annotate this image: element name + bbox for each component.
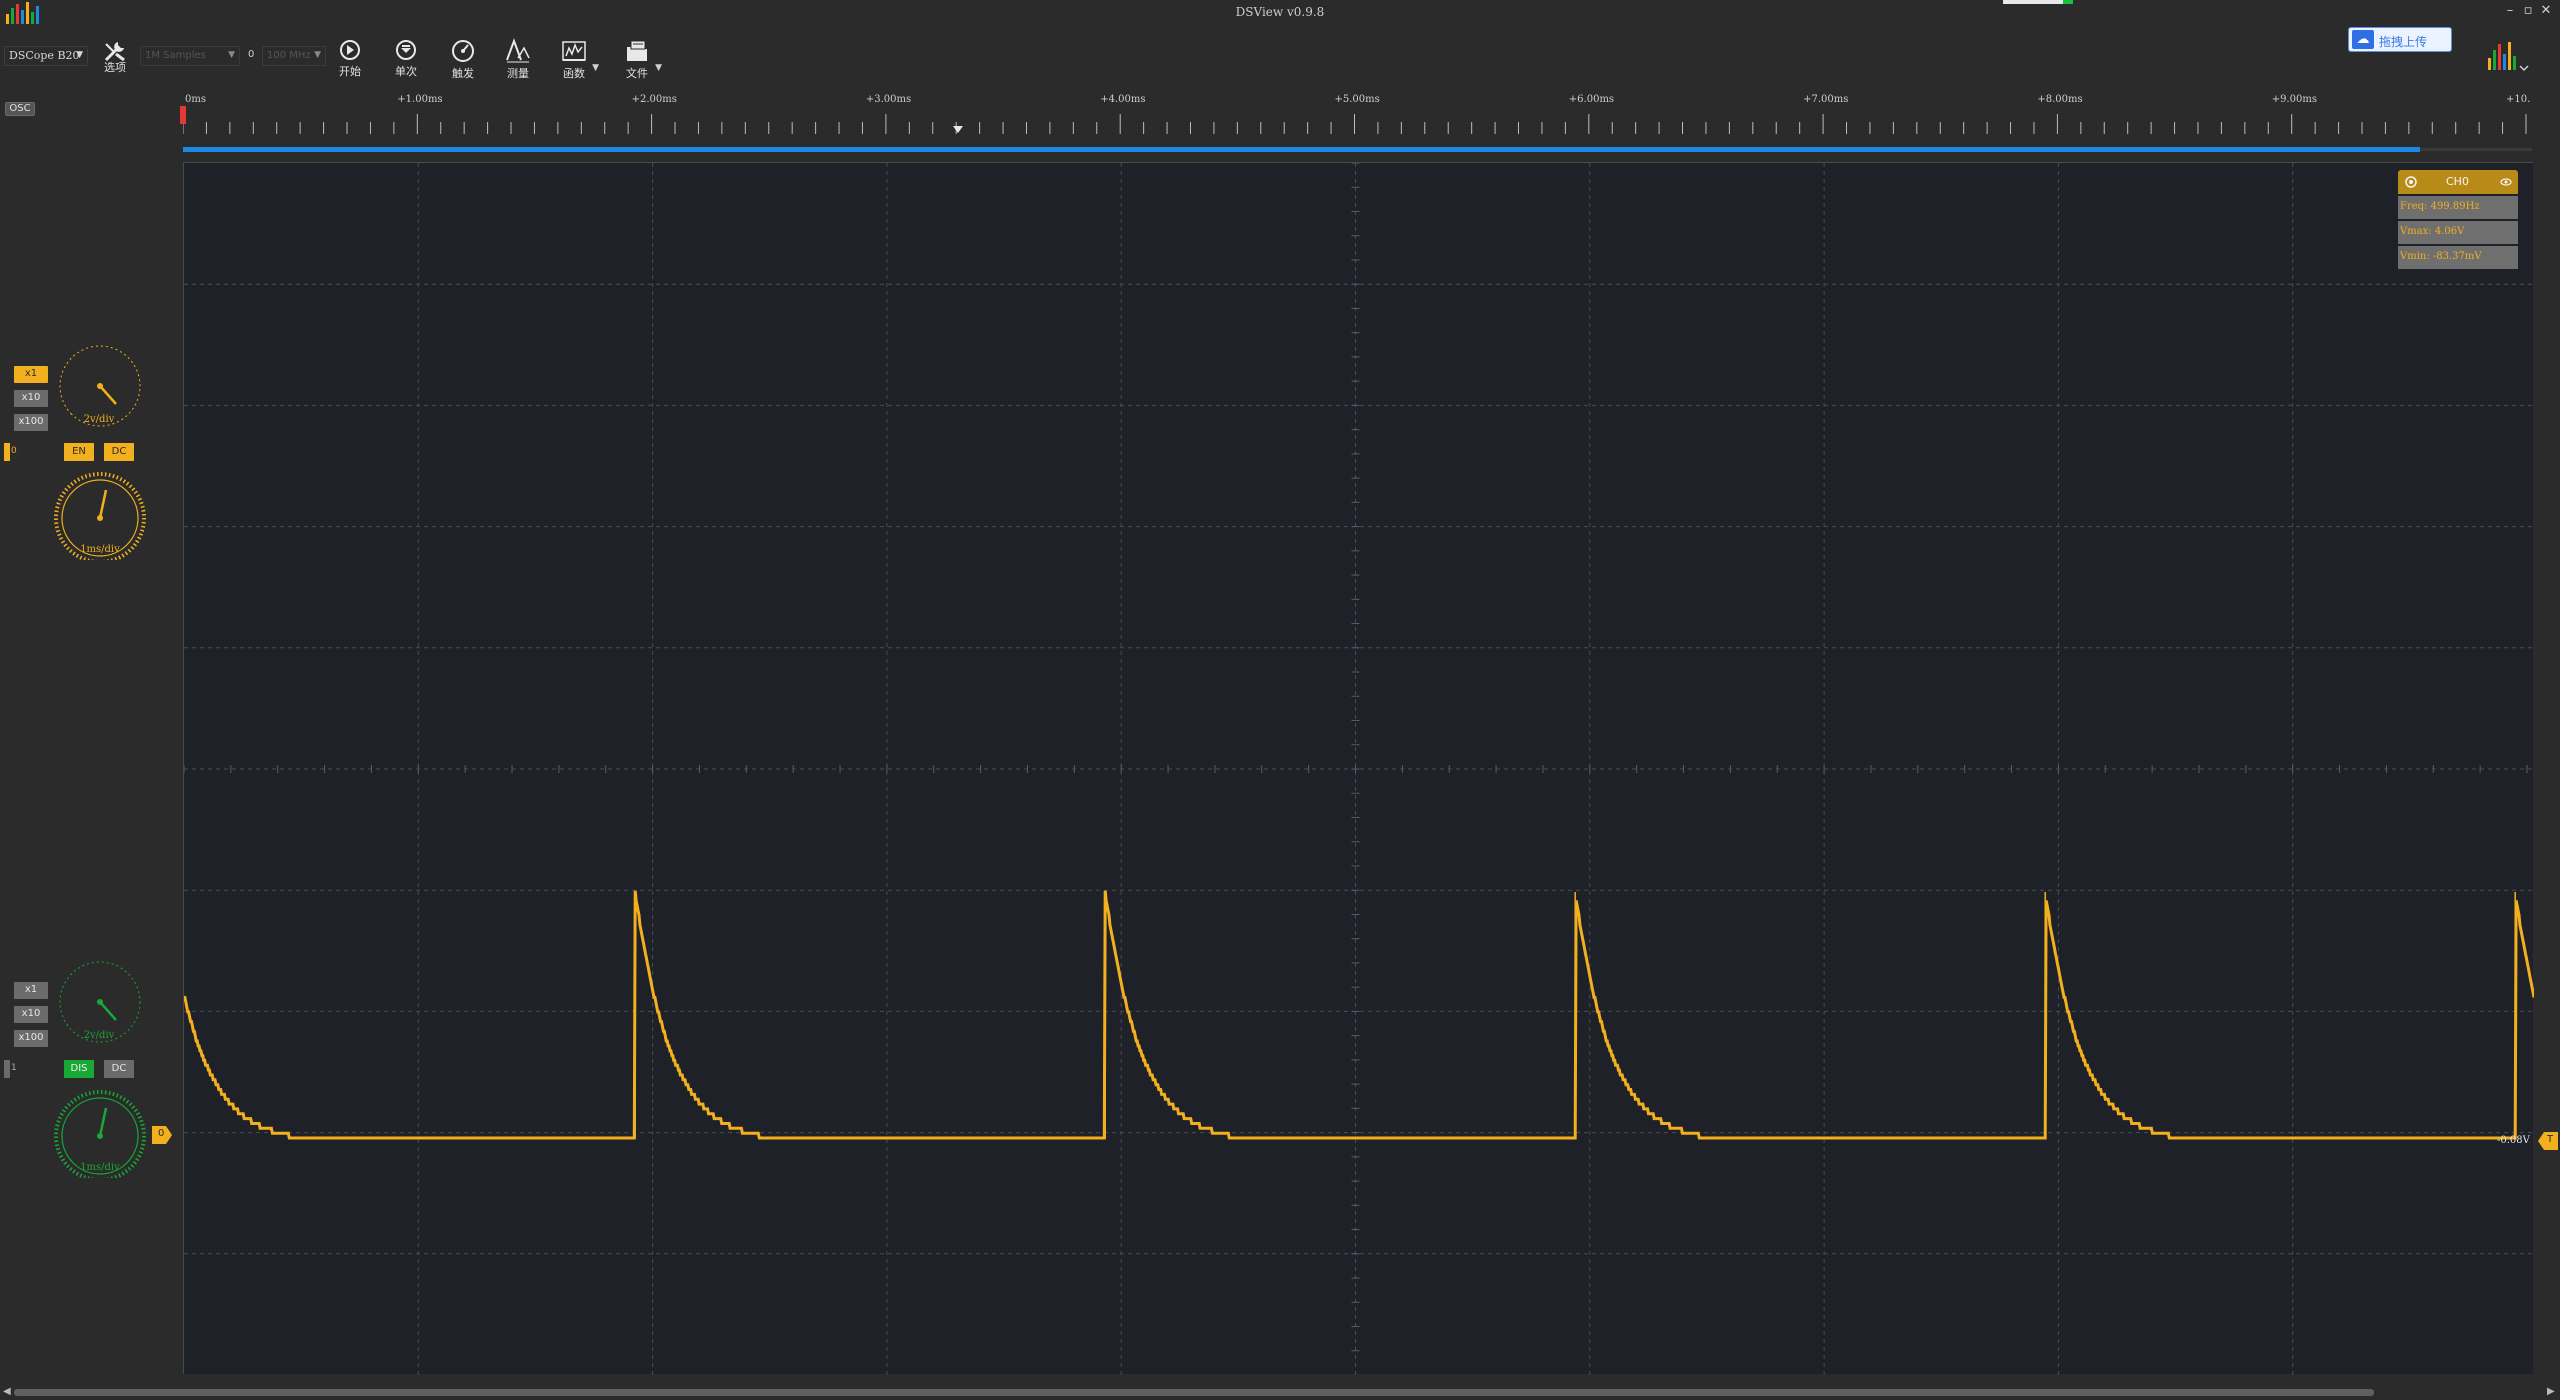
maximize-button[interactable]: ▫: [2520, 3, 2536, 19]
cloud-upload-label: 拖拽上传: [2379, 35, 2428, 49]
ch1-coupling-button[interactable]: DC: [104, 1060, 134, 1078]
device-select[interactable]: DSCope B20 ▼: [4, 46, 88, 66]
ch1-probe-x1-button[interactable]: x1: [14, 982, 48, 999]
trigger-level-marker[interactable]: T: [2538, 1132, 2558, 1154]
status-strip: [2003, 0, 2073, 4]
sample-rate-select[interactable]: 100 MHz ▼: [262, 46, 326, 66]
ch0-waveform-trace: [183, 890, 2536, 1140]
options-label: 选项: [104, 61, 126, 74]
waveform-canvas: [183, 162, 2536, 1375]
trigger-level-value: -0.08V: [2497, 1135, 2530, 1146]
start-button[interactable]: 开始: [327, 38, 373, 78]
ch1-index: 1: [11, 1063, 17, 1073]
math-button[interactable]: 函数 ▼: [551, 38, 599, 80]
measurement-panel: CH0 Freq: 499.89Hz Vmax: 4.06V Vmin: -83…: [2398, 170, 2518, 269]
time-ruler[interactable]: 0ms +1.00ms +2.00ms +3.00ms +4.00ms +5.00ms +6…: [183, 92, 2533, 144]
capture-progress-bar: [183, 147, 2420, 152]
single-capture-icon: [396, 40, 416, 60]
ch0-offset-marker[interactable]: 0: [152, 1126, 172, 1148]
close-button[interactable]: ✕: [2538, 3, 2554, 19]
ch0-probe-x10-button[interactable]: x10: [14, 390, 48, 407]
window-title: DSView v0.9.8: [1235, 5, 1325, 19]
ch1-probe-x100-button[interactable]: x100: [14, 1030, 48, 1047]
file-button[interactable]: 文件 ▼: [614, 38, 662, 80]
ch0-probe-x1-button[interactable]: x1: [14, 366, 48, 383]
chevron-down-icon: ▼: [592, 63, 599, 73]
measure-freq: Freq: 499.89Hz: [2398, 196, 2518, 219]
measure-vmax: Vmax: 4.06V: [2398, 221, 2518, 244]
measurement-header: CH0: [2398, 170, 2518, 194]
ch1-enable-button[interactable]: DIS: [64, 1060, 94, 1078]
gauge-icon: [452, 40, 474, 62]
play-icon: [340, 40, 360, 60]
scroll-left-icon[interactable]: ◀: [3, 1386, 11, 1397]
scrollbar-thumb[interactable]: [14, 1389, 2374, 1396]
ch0-coupling-button[interactable]: DC: [104, 443, 134, 461]
chevron-down-icon: ▼: [655, 63, 662, 73]
trigger-marker-label: T: [2547, 1134, 2554, 1145]
chevron-down-icon: ▼: [76, 50, 83, 60]
options-button[interactable]: 选项: [92, 38, 138, 78]
single-button[interactable]: 单次: [383, 38, 429, 78]
ch0-color-marker: [4, 443, 10, 461]
ch0-time-div-label: 1ms/div: [80, 544, 120, 555]
measure-vmin: Vmin: -83.37mV: [2398, 246, 2518, 269]
brand-logo-icon: [2486, 36, 2530, 80]
ch0-offset-label: 0: [158, 1128, 165, 1139]
trigger-label: 触发: [452, 67, 474, 80]
sample-count-select[interactable]: 1M Samples ▼: [140, 46, 240, 66]
app-logo-icon: [4, 0, 48, 30]
sample-count-value: 1M Samples: [145, 50, 206, 61]
ch0-volt-div-label: 2v/div: [83, 414, 115, 425]
file-label: 文件: [626, 67, 648, 80]
trigger-position-marker[interactable]: [180, 106, 186, 124]
ch0-index: 0: [11, 446, 17, 456]
trigger-button[interactable]: 触发: [440, 38, 486, 80]
channel-panel: [0, 96, 182, 1376]
cloud-upload-icon: ☁: [2352, 30, 2374, 49]
chevron-down-icon: ▼: [314, 50, 321, 60]
waveform-view[interactable]: [183, 162, 2536, 1375]
measure-button[interactable]: 测量: [495, 38, 541, 80]
ch1-volt-div-label: 2v/div: [83, 1030, 115, 1041]
math-icon: [562, 41, 586, 61]
ch0-probe-x100-button[interactable]: x100: [14, 414, 48, 431]
ch1-probe-x10-button[interactable]: x10: [14, 1006, 48, 1023]
measure-icon: [506, 38, 530, 63]
eye-icon[interactable]: [2500, 177, 2512, 187]
cloud-upload-button[interactable]: ☁ 拖拽上传: [2348, 27, 2452, 52]
chevron-down-icon: ▼: [228, 50, 235, 60]
gear-icon[interactable]: [2404, 175, 2418, 189]
minimize-button[interactable]: –: [2502, 3, 2518, 19]
sample-rate-value: 100 MHz: [267, 50, 311, 61]
zero-label: 0: [248, 49, 255, 60]
math-label: 函数: [563, 67, 585, 80]
scroll-right-icon[interactable]: ▶: [2547, 1386, 2555, 1397]
device-select-value: DSCope B20: [9, 49, 80, 62]
mode-tab-osc[interactable]: OSC: [5, 102, 35, 116]
ch1-color-marker: [4, 1060, 10, 1078]
measurement-channel: CH0: [2446, 175, 2469, 188]
title-bar: DSView v0.9.8 – ▫ ✕: [0, 0, 2560, 26]
measure-label: 测量: [507, 67, 529, 80]
ch1-time-div-label: 1ms/div: [80, 1162, 120, 1173]
capture-progress-track: [2420, 148, 2532, 151]
folder-icon: [627, 40, 647, 61]
cursor-marker-icon: [953, 126, 963, 133]
ch0-enable-button[interactable]: EN: [64, 443, 94, 461]
start-label: 开始: [339, 65, 361, 78]
horizontal-scrollbar[interactable]: ◀ ▶: [0, 1385, 2560, 1400]
single-label: 单次: [395, 65, 417, 78]
ruler-ticks: [183, 114, 2527, 134]
